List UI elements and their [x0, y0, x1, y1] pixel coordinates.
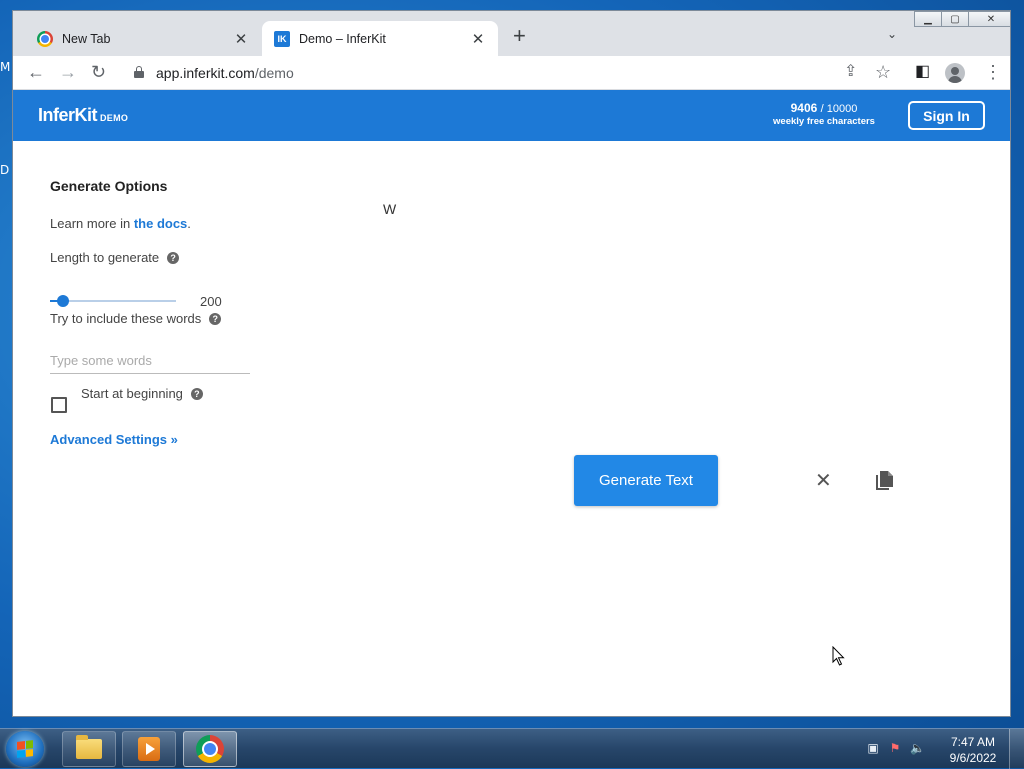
clock-date: 9/6/2022: [949, 751, 997, 765]
folder-icon: [76, 735, 102, 759]
logo-subtitle: DEMO: [100, 113, 129, 123]
chrome-icon: [196, 735, 224, 763]
window-controls: ▁ ▢ ✕: [914, 11, 1010, 27]
quota-used: 9406: [790, 101, 818, 115]
bookmark-star-icon[interactable]: ☆: [875, 62, 891, 82]
help-icon[interactable]: ?: [167, 251, 180, 264]
options-title: Generate Options: [50, 178, 168, 194]
lock-icon[interactable]: [134, 66, 144, 78]
window-close-button[interactable]: ✕: [968, 11, 1010, 27]
docs-link[interactable]: the docs: [134, 216, 187, 231]
start-button[interactable]: [6, 731, 44, 767]
docs-line: Learn more in the docs.: [50, 216, 191, 231]
volume-icon[interactable]: 🔈: [910, 741, 925, 755]
help-icon[interactable]: ?: [209, 312, 222, 325]
tab-new-tab[interactable]: New Tab ✕: [25, 21, 261, 56]
start-label-row: Start at beginning ?: [81, 386, 203, 401]
clear-icon[interactable]: ✕: [815, 471, 832, 491]
tab-strip: New Tab ✕ IK Demo – InferKit ✕ + ⌄ ▁ ▢ ✕: [13, 11, 1010, 56]
quota-caption: weekly free characters: [773, 116, 875, 127]
media-player-icon: [138, 737, 160, 761]
logo-text: InferKit: [38, 105, 98, 125]
words-label-row: Try to include these words ?: [50, 311, 222, 326]
taskbar-media-player[interactable]: [122, 731, 176, 767]
help-icon[interactable]: ?: [190, 387, 203, 400]
slider-track: [50, 300, 176, 302]
system-tray: ▣ ⚑ 🔈: [866, 741, 925, 755]
words-input[interactable]: [50, 347, 250, 374]
start-at-beginning-checkbox[interactable]: [51, 397, 67, 413]
action-center-icon[interactable]: ⚑: [888, 741, 902, 755]
inferkit-logo[interactable]: InferKit DEMO: [38, 105, 128, 126]
network-icon[interactable]: ▣: [866, 741, 880, 755]
docs-prefix: Learn more in: [50, 216, 134, 231]
length-label: Length to generate: [50, 250, 160, 265]
tab-inferkit-demo[interactable]: IK Demo – InferKit ✕: [262, 21, 498, 56]
prompt-editor-text[interactable]: W: [383, 201, 396, 217]
desktop-label: D: [0, 163, 10, 177]
length-label-row: Length to generate ?: [50, 250, 180, 265]
forward-arrow-icon[interactable]: →: [59, 62, 77, 82]
chevron-down-icon[interactable]: ⌄: [887, 27, 897, 41]
character-quota: 9406 / 10000 weekly free characters: [764, 101, 884, 127]
generate-text-button[interactable]: Generate Text: [574, 455, 718, 506]
advanced-settings-link[interactable]: Advanced Settings »: [50, 432, 178, 447]
taskbar-explorer[interactable]: [62, 731, 116, 767]
url-text: app.inferkit.com/demo: [156, 65, 294, 81]
url-path: /demo: [254, 65, 294, 81]
tab-title: New Tab: [62, 31, 111, 46]
url-host: app.inferkit.com: [156, 65, 255, 81]
start-label[interactable]: Start at beginning: [81, 386, 183, 401]
slider-handle[interactable]: [56, 295, 69, 307]
reload-icon[interactable]: ↻: [91, 62, 106, 82]
back-arrow-icon[interactable]: ←: [27, 62, 45, 82]
profile-avatar-icon[interactable]: [945, 63, 965, 83]
share-icon[interactable]: ⇪: [844, 62, 857, 82]
desktop-label: M: [0, 60, 11, 74]
taskbar-chrome[interactable]: [183, 731, 237, 767]
minimize-button[interactable]: ▁: [914, 11, 942, 27]
show-desktop-button[interactable]: [1009, 729, 1024, 769]
sign-in-button[interactable]: Sign In: [908, 101, 985, 130]
new-tab-icon[interactable]: +: [513, 25, 526, 47]
length-value: 200: [200, 294, 222, 309]
site-header: InferKit DEMO 9406 / 10000 weekly free ch…: [13, 90, 1010, 141]
quota-count: 9406 / 10000: [764, 101, 884, 115]
address-bar[interactable]: app.inferkit.com/demo: [126, 59, 886, 87]
inferkit-icon: IK: [274, 30, 290, 47]
mouse-cursor-icon: [832, 646, 845, 666]
side-panel-icon[interactable]: ◧: [915, 62, 930, 82]
quota-total: / 10000: [820, 103, 858, 115]
length-slider[interactable]: [50, 295, 176, 307]
taskbar: ▣ ⚑ 🔈 7:47 AM 9/6/2022: [0, 728, 1024, 769]
copy-icon[interactable]: [873, 470, 895, 492]
docs-suffix: .: [187, 216, 191, 231]
windows-logo-icon: [17, 740, 33, 758]
more-menu-icon[interactable]: ⋮: [984, 62, 1002, 82]
browser-toolbar: ← → ↻ app.inferkit.com/demo ⇪ ☆ ◧ ⋮: [13, 56, 1010, 90]
close-icon[interactable]: ✕: [470, 30, 486, 48]
words-label: Try to include these words: [50, 311, 202, 326]
maximize-button[interactable]: ▢: [941, 11, 969, 27]
tab-title: Demo – InferKit: [299, 31, 386, 46]
browser-window: New Tab ✕ IK Demo – InferKit ✕ + ⌄ ▁ ▢ ✕…: [12, 10, 1011, 717]
clock[interactable]: 7:47 AM 9/6/2022: [940, 734, 1006, 766]
close-icon[interactable]: ✕: [233, 30, 249, 48]
chrome-icon: [37, 30, 53, 47]
web-page: InferKit DEMO 9406 / 10000 weekly free ch…: [13, 90, 1010, 716]
clock-time: 7:47 AM: [950, 735, 996, 749]
